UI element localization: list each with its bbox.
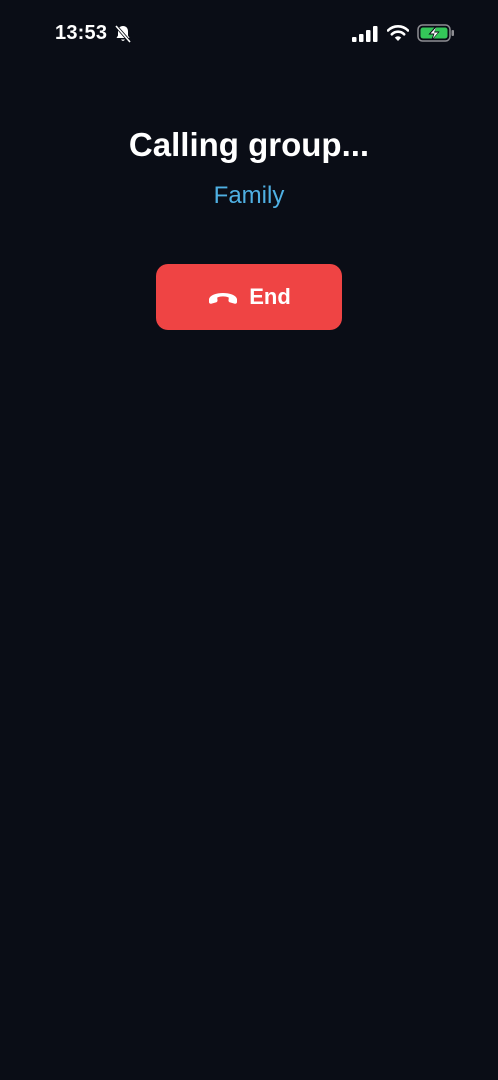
call-title: Calling group... — [128, 126, 370, 163]
phone-hangup-icon — [209, 293, 238, 304]
cellular-signal-icon — [352, 26, 378, 42]
end-button-label: End — [249, 284, 291, 309]
battery-charging-icon — [417, 24, 454, 42]
bell-slash-icon — [114, 24, 132, 44]
end-call-button[interactable]: End — [156, 264, 342, 330]
wifi-icon — [387, 25, 409, 41]
status-bar: 13:53 — [0, 0, 498, 68]
status-time: 13:53 — [55, 22, 108, 44]
group-name: Family — [213, 182, 285, 209]
